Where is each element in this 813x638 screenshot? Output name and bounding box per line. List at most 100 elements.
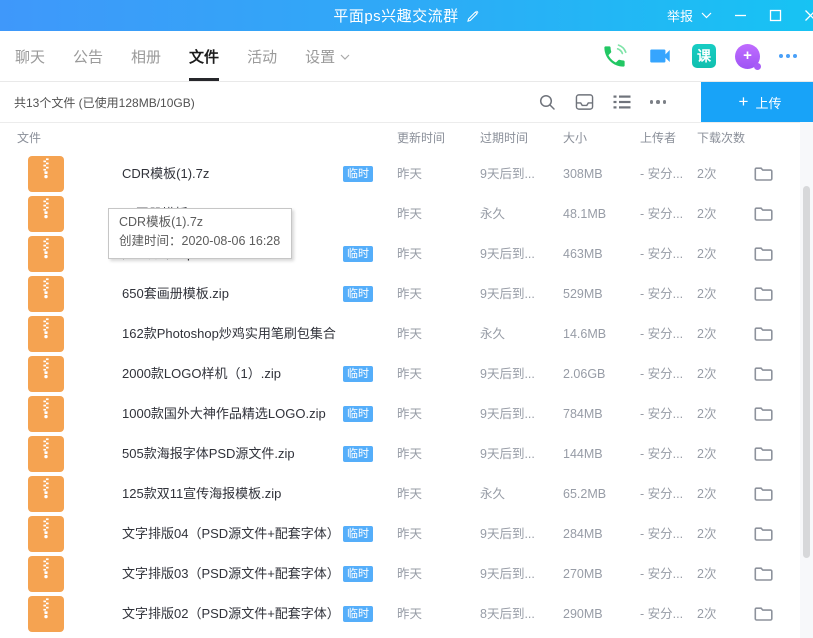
file-row[interactable]: 文字排版02（PSD源文件+配套字体）.zip 临时 昨天 8天后到... 29… [0,594,813,634]
file-size: 270MB [563,554,603,594]
tab-settings[interactable]: 设置 [305,31,350,81]
expire-time: 8天后到... [480,594,535,634]
video-call-icon[interactable] [647,43,673,69]
download-tray-icon[interactable] [575,93,594,111]
more-tools-icon[interactable] [650,100,667,104]
temp-badge: 临时 [343,246,373,262]
class-icon[interactable]: 课 [692,44,716,68]
search-icon[interactable] [538,93,556,111]
folder-icon[interactable] [754,605,773,622]
folder-icon[interactable] [754,285,773,302]
download-count: 2次 [697,274,716,314]
report-button[interactable]: 举报 [667,6,712,25]
uploader: - 安分... [640,234,683,274]
file-tooltip: CDR模板(1).7z 创建时间：2020-08-06 16:28 [108,208,292,259]
update-time: 昨天 [397,354,422,394]
upload-button[interactable]: + 上传 [701,82,813,122]
uploader: - 安分... [640,434,683,474]
file-row[interactable]: 125款双11宣传海报模板.zip 昨天 永久 65.2MB - 安分... 2… [0,474,813,514]
tab-chat-label: 聊天 [15,46,45,67]
column-updated: 更新时间 [397,123,445,154]
tab-files-label: 文件 [189,46,219,67]
voice-call-icon[interactable] [601,43,628,70]
file-count-text: 共13个文件 (已使用128MB/10GB) [14,94,195,111]
file-row[interactable]: 162款Photoshop炒鸡实用笔刷包集合（1.zip 昨天 永久 14.6M… [0,314,813,354]
file-row[interactable]: 650套画册模板.zip 临时 昨天 9天后到... 529MB - 安分...… [0,274,813,314]
invite-member-icon[interactable]: + [735,44,760,69]
file-size: 784MB [563,394,603,434]
titlebar: 平面ps兴趣交流群 举报 [0,0,813,31]
file-size: 529MB [563,274,603,314]
uploader: - 安分... [640,394,683,434]
file-row[interactable]: 1000款国外大神作品精选LOGO.zip 临时 昨天 9天后到... 784M… [0,394,813,434]
expire-time: 9天后到... [480,154,535,194]
file-name: 162款Photoshop炒鸡实用笔刷包集合（1.zip [122,314,338,354]
folder-icon[interactable] [754,405,773,422]
zip-file-icon [28,236,64,272]
zip-file-icon [28,276,64,312]
uploader: - 安分... [640,154,683,194]
tab-activity-label: 活动 [247,46,277,67]
expire-time: 永久 [480,194,505,234]
file-size: 284MB [563,514,603,554]
column-file: 文件 [17,123,41,154]
folder-icon[interactable] [754,205,773,222]
folder-icon[interactable] [754,245,773,262]
class-icon-label: 课 [697,46,711,66]
folder-icon[interactable] [754,565,773,582]
uploader: - 安分... [640,314,683,354]
file-size: 144MB [563,434,603,474]
download-count: 2次 [697,154,716,194]
chevron-down-icon [701,12,712,19]
file-row[interactable]: 2000款LOGO样机（1）.zip 临时 昨天 9天后到... 2.06GB … [0,354,813,394]
folder-icon[interactable] [754,445,773,462]
close-button[interactable] [803,9,813,23]
download-count: 2次 [697,394,716,434]
expire-time: 永久 [480,314,505,354]
list-view-icon[interactable] [613,94,631,110]
temp-badge: 临时 [343,566,373,582]
download-count: 2次 [697,194,716,234]
expire-time: 9天后到... [480,234,535,274]
temp-badge: 临时 [343,606,373,622]
file-row[interactable]: CDR模板(1).7z 临时 昨天 9天后到... 308MB - 安分... … [0,154,813,194]
folder-icon[interactable] [754,365,773,382]
group-name: 平面ps兴趣交流群 [333,5,458,26]
minimize-button[interactable] [733,9,747,23]
tab-announcement-label: 公告 [73,46,103,67]
folder-icon[interactable] [754,165,773,182]
tab-announcement[interactable]: 公告 [73,31,103,81]
expire-time: 9天后到... [480,434,535,474]
uploader: - 安分... [640,514,683,554]
temp-badge: 临时 [343,286,373,302]
tab-album[interactable]: 相册 [131,31,161,81]
window-controls: 举报 [667,0,813,31]
report-label: 举报 [667,6,693,25]
expire-time: 永久 [480,474,505,514]
column-uploader: 上传者 [640,123,676,154]
scrollbar-thumb[interactable] [803,186,810,558]
maximize-button[interactable] [768,9,782,23]
download-count: 2次 [697,594,716,634]
file-name: CDR模板(1).7z [122,154,209,194]
temp-badge: 临时 [343,366,373,382]
file-row[interactable]: 文字排版04（PSD源文件+配套字体）.zip 临时 昨天 9天后到... 28… [0,514,813,554]
tab-files[interactable]: 文件 [189,31,219,81]
folder-icon[interactable] [754,485,773,502]
file-size: 2.06GB [563,354,605,394]
file-size: 65.2MB [563,474,606,514]
file-toolbar: + 上传 [538,82,813,122]
uploader: - 安分... [640,194,683,234]
file-size: 14.6MB [563,314,606,354]
file-row[interactable]: 文字排版03（PSD源文件+配套字体）.zip 临时 昨天 9天后到... 27… [0,554,813,594]
folder-icon[interactable] [754,325,773,342]
file-row[interactable]: 505款海报字体PSD源文件.zip 临时 昨天 9天后到... 144MB -… [0,434,813,474]
more-actions-icon[interactable] [779,54,797,58]
tab-chat[interactable]: 聊天 [15,31,45,81]
tab-activity[interactable]: 活动 [247,31,277,81]
temp-badge: 临时 [343,166,373,182]
edit-group-name-icon[interactable] [466,9,480,23]
update-time: 昨天 [397,234,422,274]
tab-settings-label: 设置 [305,46,335,67]
folder-icon[interactable] [754,525,773,542]
